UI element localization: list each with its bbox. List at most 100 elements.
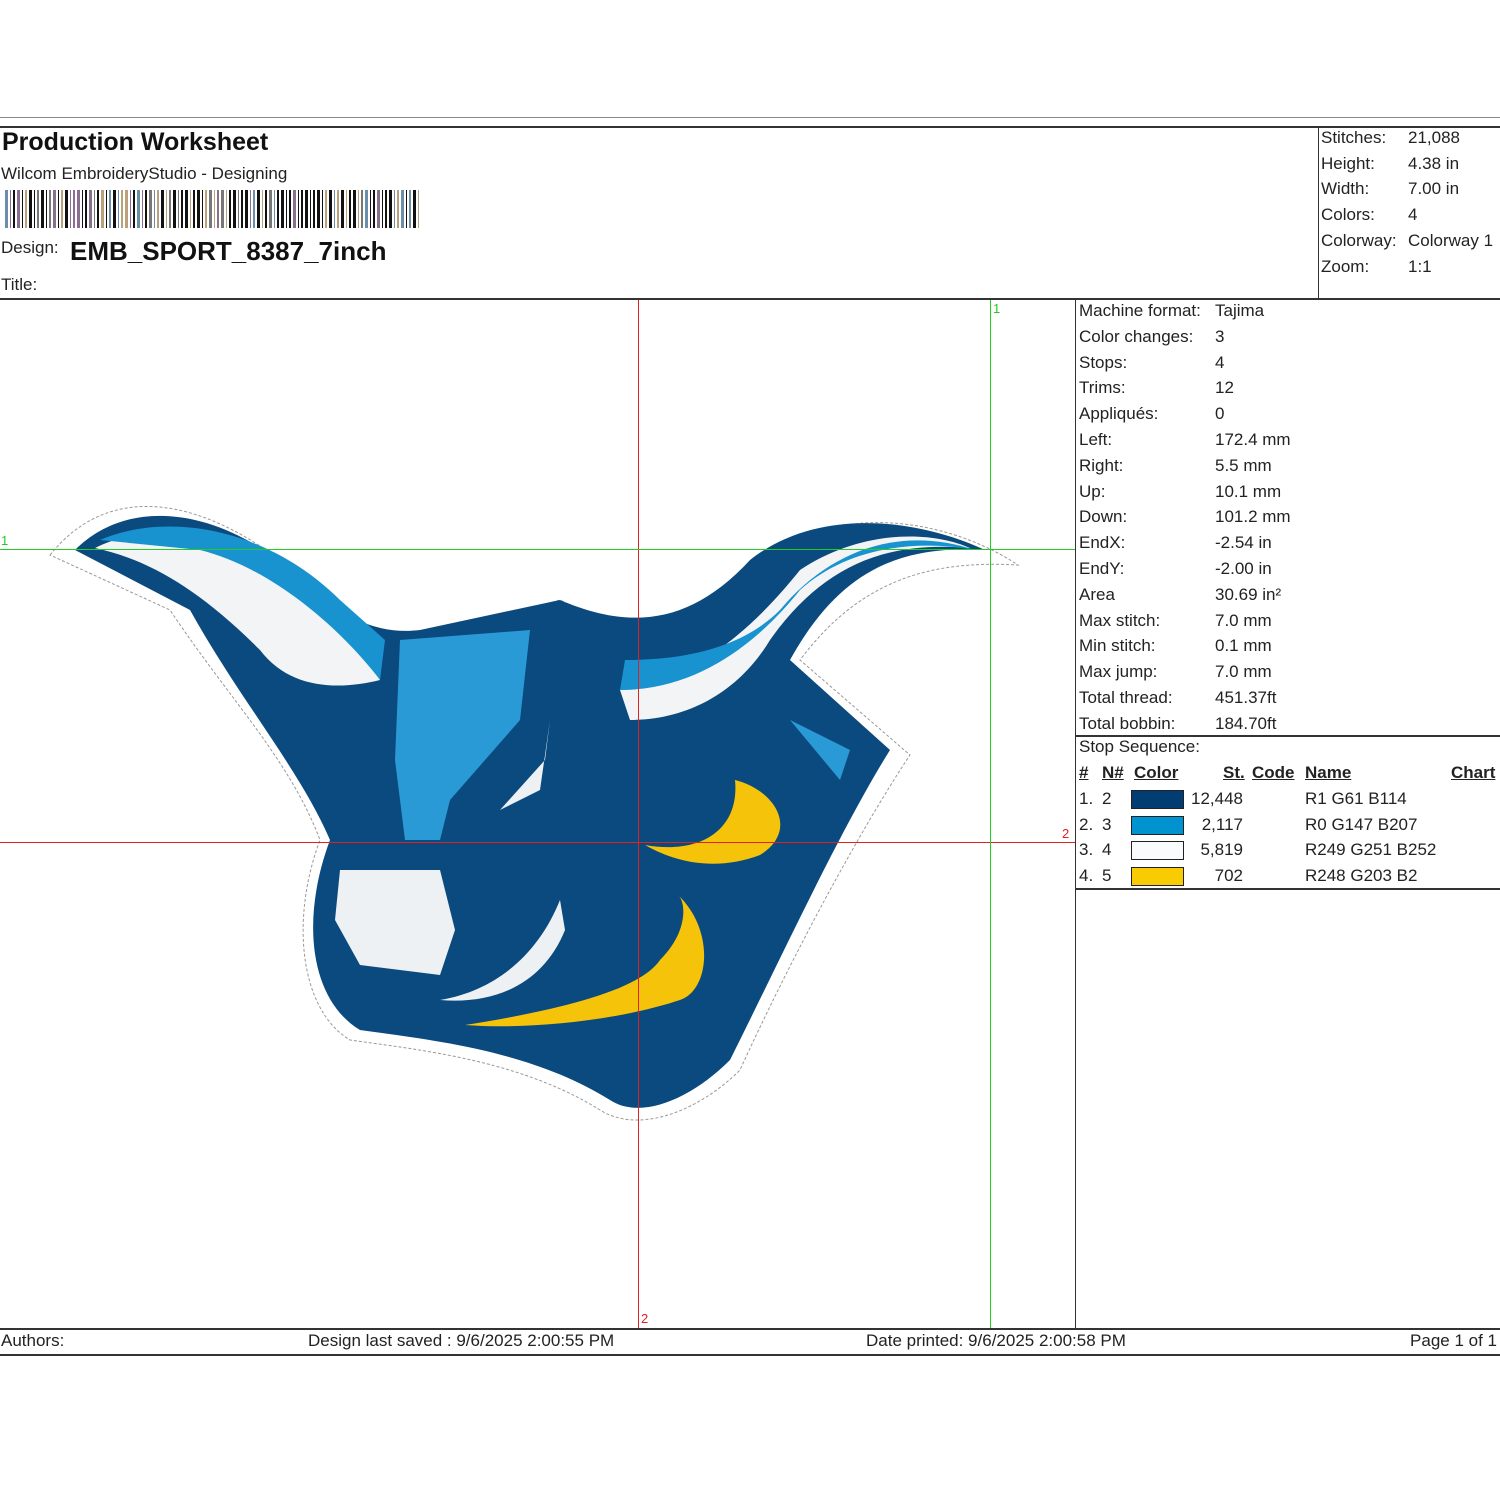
barcode-bar [245, 190, 248, 228]
stop-stitches: 5,819 [1200, 840, 1243, 859]
barcode-bar [286, 190, 287, 228]
barcode-bar [274, 190, 275, 228]
barcode-bar [65, 190, 68, 228]
bull-design [49, 506, 1020, 1121]
barcode-bar [389, 190, 392, 228]
design-last-saved: Design last saved : 9/6/2025 2:00:55 PM [308, 1331, 615, 1350]
barcode-bar [22, 190, 23, 228]
detail-value: 12 [1215, 378, 1234, 398]
barcode-bar [13, 190, 15, 228]
stop-color-name: R1 G61 B114 [1305, 789, 1407, 808]
detail-value: Tajima [1215, 301, 1265, 320]
summary-label: Colors: [1321, 205, 1375, 225]
barcode-bar [233, 190, 236, 228]
stop-stitches: 12,448 [1191, 789, 1243, 808]
barcode-bar [70, 190, 71, 228]
page-title: Production Worksheet [2, 128, 269, 156]
col-needle: N# [1102, 763, 1124, 782]
footer-bottom-border [0, 1354, 1500, 1356]
stop-stitches: 702 [1214, 865, 1243, 885]
barcode-bar [317, 190, 320, 228]
stop-color-name: R0 G147 B207 [1305, 814, 1418, 834]
stop-stitches: 2,117 [1201, 814, 1243, 834]
barcode-bar [394, 190, 395, 228]
barcode-bar [401, 190, 404, 228]
detail-value: 10.1 mm [1215, 481, 1282, 501]
barcode-bar [202, 190, 203, 228]
detail-label: Total bobbin: [1079, 713, 1176, 733]
barcode-bar [17, 190, 20, 228]
barcode-bar [5, 190, 8, 228]
barcode-bar [82, 190, 83, 228]
barcode-bar [226, 190, 227, 228]
barcode-bar [325, 190, 327, 228]
barcode-bar [341, 190, 344, 228]
barcode-bar [305, 190, 308, 228]
detail-label: Right: [1079, 455, 1124, 475]
barcode-bar [250, 190, 251, 228]
detail-label: EndX: [1079, 533, 1126, 553]
stop-divider-bottom [1076, 888, 1500, 890]
barcode-bar [310, 190, 311, 228]
barcode-bar [10, 190, 11, 228]
stop-color-name: R249 G251 B252 [1305, 840, 1437, 859]
barcode-bar [130, 190, 131, 228]
detail-label: Max jump: [1079, 662, 1158, 682]
detail-label: Min stitch: [1079, 636, 1156, 656]
barcode-bar [173, 190, 176, 228]
stop-needle: 3 [1102, 814, 1112, 834]
barcode-bar [58, 190, 59, 228]
app-subtitle: Wilcom EmbroideryStudio - Designing [1, 164, 288, 183]
barcode-bar [277, 190, 279, 228]
barcode-bar [406, 190, 407, 228]
barcode-bar [49, 190, 51, 228]
detail-value: 30.69 in² [1215, 584, 1282, 604]
barcode-bar [133, 190, 135, 228]
barcode-bar [257, 190, 260, 228]
barcode-bar [253, 190, 255, 228]
barcode-bar [346, 190, 347, 228]
detail-value: 451.37ft [1215, 688, 1277, 707]
panel-divider [1075, 299, 1076, 1329]
barcode-bar [377, 190, 380, 228]
detail-label: EndY: [1079, 559, 1125, 578]
barcode-bar [349, 190, 351, 228]
detail-label: Machine format: [1079, 301, 1201, 320]
barcode-bar [77, 190, 80, 228]
barcode-bar [197, 190, 200, 228]
barcode-bar [89, 190, 92, 228]
barcode-bar [94, 190, 95, 228]
barcode-bar [137, 190, 140, 228]
barcode-bar [322, 190, 323, 228]
stop-needle: 4 [1102, 840, 1112, 859]
barcode-bar [217, 190, 219, 228]
summary-value: 7.00 in [1408, 179, 1460, 199]
detail-value: 0.1 mm [1215, 636, 1272, 656]
barcode-bar [329, 190, 332, 228]
barcode-bar [185, 190, 188, 228]
detail-value: -2.00 in [1215, 559, 1272, 578]
detail-label: Up: [1079, 481, 1106, 501]
design-name: EMB_SPORT_8387_7inch [70, 236, 387, 266]
barcode-bar [113, 190, 116, 228]
barcode-bar [337, 190, 339, 228]
barcode-bar [205, 190, 207, 228]
color-swatch [1131, 815, 1184, 835]
barcode-bar [269, 190, 272, 228]
barcode-bar [293, 190, 296, 228]
detail-label: Trims: [1079, 378, 1126, 398]
summary-label: Colorway: [1321, 230, 1397, 250]
barcode-bar [34, 190, 35, 228]
barcode-bar [101, 190, 104, 228]
footer-top-border [0, 1328, 1500, 1330]
detail-value: 172.4 mm [1215, 430, 1291, 449]
barcode-bar [385, 190, 387, 228]
date-printed: Date printed: 9/6/2025 2:00:58 PM [866, 1331, 1126, 1350]
summary-value: 4 [1408, 205, 1418, 225]
barcode-bar [109, 190, 111, 228]
barcode-bar [361, 190, 363, 228]
detail-label: Total thread: [1079, 688, 1173, 707]
barcode-bar [53, 190, 56, 228]
stop-needle: 5 [1102, 865, 1112, 885]
barcode-bar [61, 190, 63, 228]
